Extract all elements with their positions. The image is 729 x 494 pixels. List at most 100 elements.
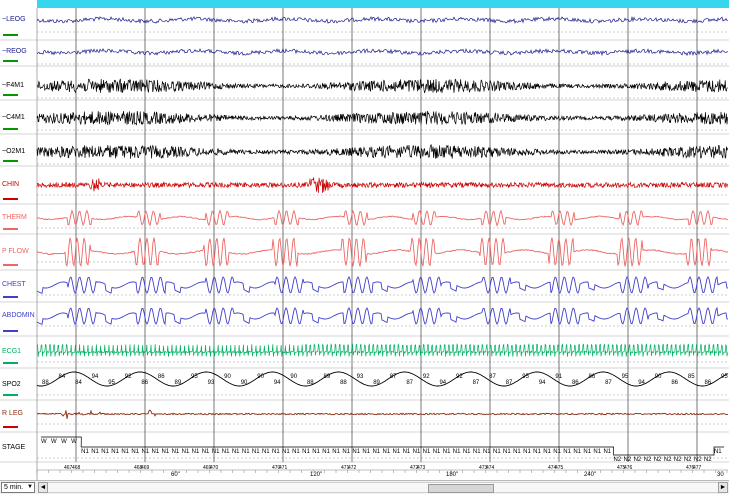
stage-label: N1 [81,449,89,455]
spo2-value-label: 91 [555,374,562,380]
channel-label-ecg1[interactable]: ECG1 [2,348,21,356]
time-label: 240" [584,472,597,478]
spo2-value-label: 87 [489,374,496,380]
scrollbar-thumb[interactable] [428,484,494,493]
stage-label: N1 [262,449,270,455]
channel-scale-marker [3,228,18,230]
stage-label: N1 [232,449,240,455]
spo2-value-label: 95 [191,374,198,380]
signal-plot-area[interactable]: 88 84 84 94 95 92 86 86 89 95 93 90 90 90 94 90 88 89 88 93… [0,0,729,480]
stage-label: N1 [453,449,461,455]
channel-label-f4m1[interactable]: ~F4M1 [2,82,24,90]
trace-abdomin [36,306,729,326]
stage-label: N1 [573,449,581,455]
channel-label-abdomin[interactable]: ABDOMIN [2,312,35,320]
channel-label-c4m1[interactable]: ~C4M1 [2,114,25,122]
chevron-down-icon[interactable]: ▼ [27,483,33,492]
trace-chest [36,275,729,295]
stage-label: N1 [563,449,571,455]
spo2-value-label: 88 [307,380,314,386]
spo2-value-label: 90 [257,374,264,380]
stage-label: N1 [372,449,380,455]
scroll-left-button[interactable]: ◄ [38,482,48,493]
spo2-value-label: 87 [473,380,480,386]
horizontal-scrollbar[interactable] [48,482,718,493]
spo2-value-label: 89 [373,380,380,386]
stage-label: N1 [533,449,541,455]
epoch-number: 477 [693,465,702,471]
trace-c4m1 [36,110,728,126]
stage-label: N1 [553,449,561,455]
channel-scale-marker [3,34,18,36]
trace-o2m1 [36,144,728,159]
stage-label: N2 [674,457,682,463]
stage-label: N1 [543,449,551,455]
channel-label-spo2[interactable]: SPO2 [2,381,21,389]
bottom-toolbar: 5 min. ▼ ◄ ► [0,480,729,494]
stage-label: N1 [202,449,210,455]
scroll-right-button[interactable]: ► [718,482,728,493]
epoch-number: 469 [141,465,150,471]
trace-therm [36,209,729,227]
channel-label-reog[interactable]: ~REOG [2,48,27,56]
spo2-value-label: 86 [589,374,596,380]
spo2-value-label: 92 [456,374,463,380]
stage-label: N1 [342,449,350,455]
timebase-select[interactable]: 5 min. ▼ [1,482,35,493]
stage-label: N1 [493,449,501,455]
spo2-value-label: 92 [423,374,430,380]
stage-label: N1 [322,449,330,455]
stage-label: N1 [352,449,360,455]
spo2-value-label: 95 [622,374,629,380]
spo2-value-label: 90 [655,374,662,380]
stage-label: N1 [192,449,200,455]
stage-label: N1 [131,449,139,455]
stage-label: N2 [684,457,692,463]
stage-label: N2 [614,457,622,463]
channel-label-chin[interactable]: CHIN [2,181,19,189]
channel-label-chest[interactable]: CHEST [2,281,26,289]
stage-label: N1 [121,449,129,455]
stage-label: N1 [312,449,320,455]
stage-track: W W W WN1 N1 N1 N1 N1 N1 N1 N1 N1 N1 N1 N1 N1 N1 N1 N1 N1 N1… [41,436,725,463]
stage-label: N1 [172,449,180,455]
stage-label: N1 [523,449,531,455]
spo2-value-label: 86 [141,380,148,386]
stage-label: N2 [634,457,642,463]
time-label: 30 [717,472,724,478]
stage-label: N1 [513,449,521,455]
spo2-value-label: 84 [59,374,66,380]
channel-scale-marker [3,296,18,298]
spo2-value-label: 92 [125,374,132,380]
trace-reog [36,48,729,57]
channel-label-leog[interactable]: ~LEOG [2,16,26,24]
stage-label: N1 [282,449,290,455]
channel-label-stage[interactable]: STAGE [2,444,25,452]
spo2-value-label: 93 [357,374,364,380]
channel-label-pflow[interactable]: P FLOW [2,248,29,256]
stage-label: N1 [714,449,722,455]
stage-label: N1 [473,449,481,455]
epoch-lines [75,8,698,462]
time-label: 60" [171,472,180,478]
channel-scale-marker [3,94,18,96]
time-label: 120" [310,472,323,478]
channel-label-o2m1[interactable]: ~O2M1 [2,148,25,156]
channel-label-therm[interactable]: THERM [2,214,27,222]
trace-rleg [36,409,729,419]
stage-label: N1 [101,449,109,455]
stage-label: N1 [503,449,511,455]
spo2-value-label: 85 [688,374,695,380]
channel-scale-marker [3,394,18,396]
spo2-value-label: 95 [108,380,115,386]
time-label: 180" [446,472,459,478]
spo2-value-label: 94 [539,380,546,386]
channel-label-rleg[interactable]: R LEG [2,410,23,418]
stage-label: N2 [664,457,672,463]
stage-label: N1 [603,449,611,455]
epoch-number: 476 [624,465,633,471]
stage-label: N1 [162,449,170,455]
stage-label: W [61,439,67,445]
stage-label: N1 [423,449,431,455]
stage-label: N1 [151,449,159,455]
